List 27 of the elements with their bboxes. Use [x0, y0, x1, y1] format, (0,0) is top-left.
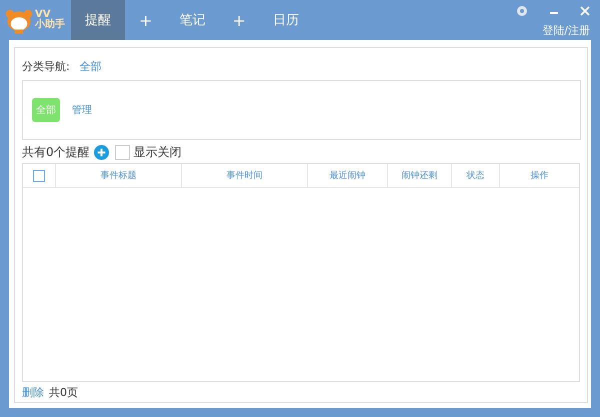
tab[interactable]: 笔记 — [166, 0, 218, 40]
column-header: 闹钟还剩 — [402, 170, 438, 182]
tab[interactable]: 提醒 — [71, 0, 125, 40]
add-tab-button[interactable]: + — [125, 0, 166, 40]
settings-icon[interactable] — [516, 5, 528, 17]
count-text: 共有0个提醒 — [22, 144, 90, 161]
checkbox-label: 显示关闭 — [134, 144, 182, 161]
login-link[interactable]: 登陆/注册 — [542, 23, 590, 38]
category-button[interactable]: 全部 — [32, 98, 60, 122]
nav-link[interactable]: 全部 — [80, 59, 102, 74]
add-tab-button[interactable]: + — [218, 0, 260, 40]
column-header: 事件时间 — [226, 170, 262, 182]
logo-text: VV — [35, 10, 50, 20]
tab[interactable]: 日历 — [260, 0, 312, 40]
logo-text: 小助手 — [35, 20, 65, 30]
close-icon[interactable] — [580, 6, 590, 16]
nav-label: 分类导航: — [22, 59, 70, 74]
manage-link[interactable]: 管理 — [72, 103, 92, 117]
column-header: 最近闹钟 — [330, 170, 366, 182]
select-all-checkbox[interactable] — [33, 170, 45, 182]
checkbox[interactable] — [114, 145, 130, 160]
column-header: 事件标题 — [100, 170, 136, 182]
page-count: 共0页 — [49, 385, 78, 400]
add-icon[interactable] — [94, 145, 109, 160]
column-header: 状态 — [466, 170, 484, 182]
column-header: 操作 — [530, 170, 548, 182]
delete-link[interactable]: 删除 — [22, 385, 44, 400]
